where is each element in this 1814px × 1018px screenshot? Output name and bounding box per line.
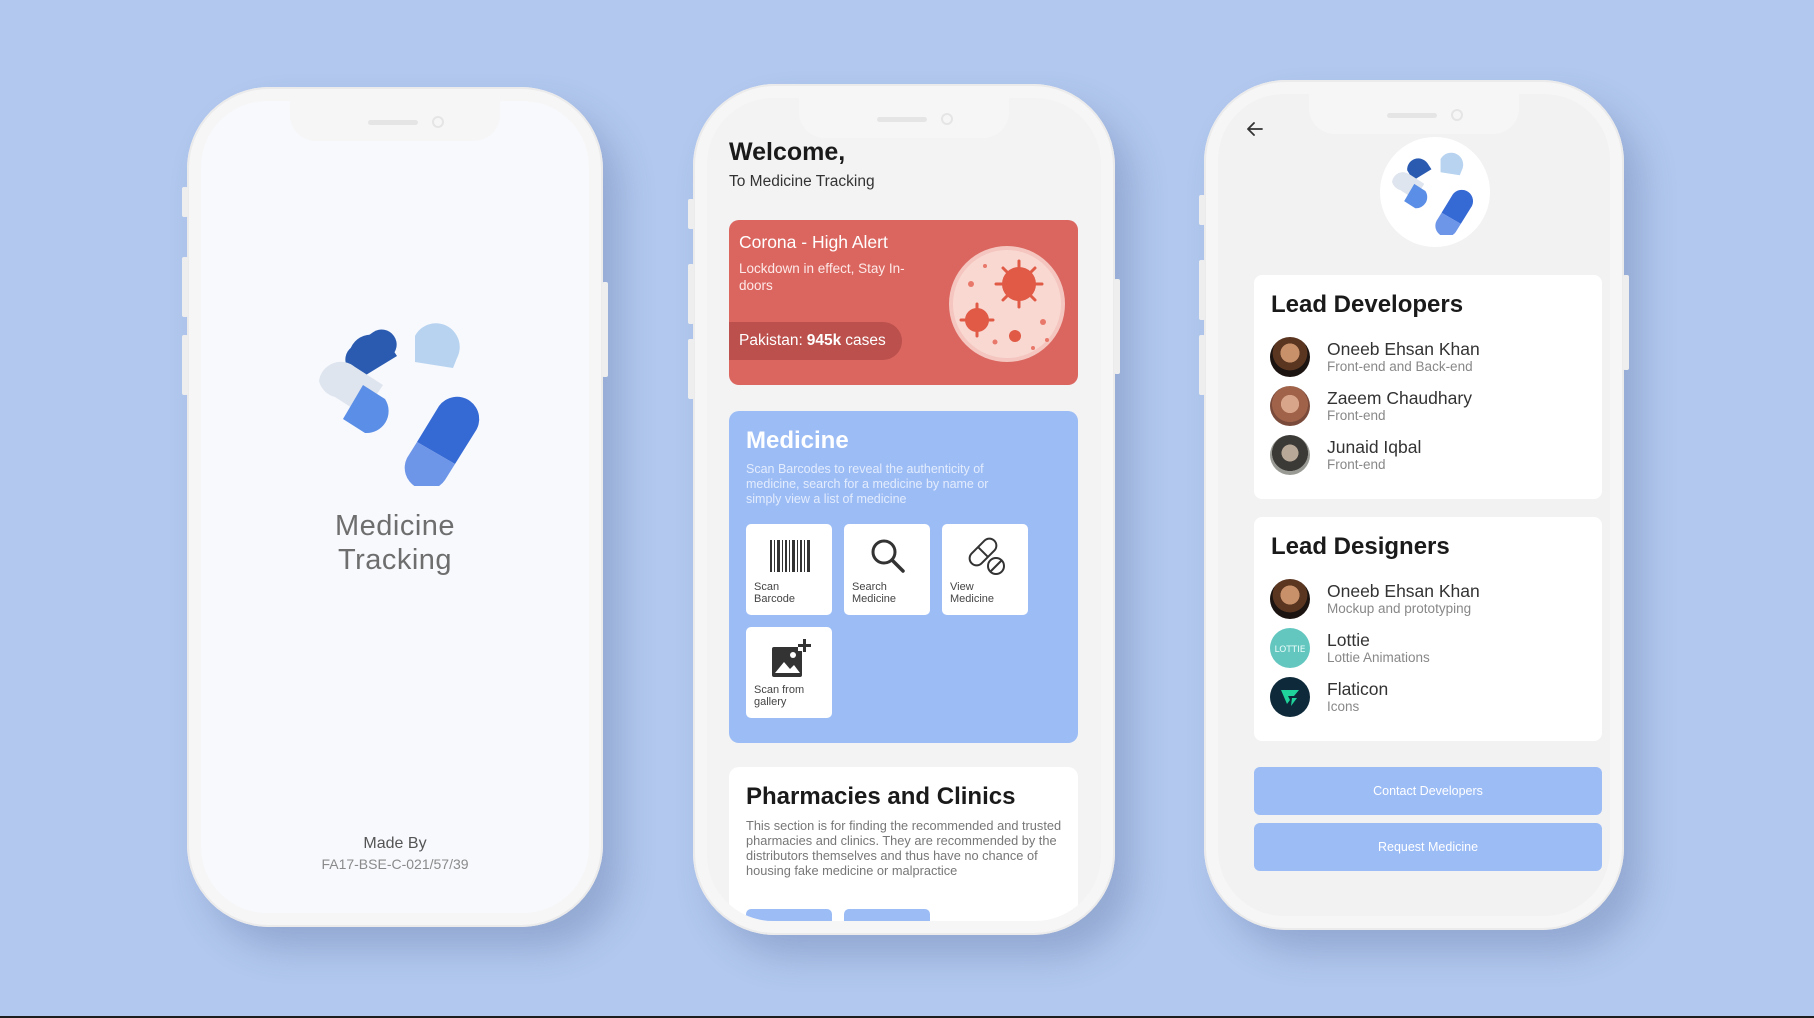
home-screen: Welcome, To Medicine Tracking Corona - H… <box>707 98 1101 921</box>
virus-icon <box>949 246 1065 362</box>
app-logo <box>1380 137 1490 247</box>
phone-splash: Medicine Tracking Made By FA17-BSE-C-021… <box>182 87 608 927</box>
member-role: Icons <box>1327 699 1360 714</box>
tile-label: Scan Barcode <box>754 581 795 605</box>
avatar <box>1270 435 1310 475</box>
add-image-icon <box>772 639 811 677</box>
alert-title: Corona - High Alert <box>739 232 888 252</box>
member-name: Flaticon <box>1327 679 1389 699</box>
flaticon-logo-icon <box>1270 677 1310 717</box>
side-button <box>182 257 188 317</box>
member-name: Zaeem Chaudhary <box>1327 388 1472 408</box>
cases-badge: Pakistan: 945k cases <box>729 322 902 360</box>
member-role: Front-end and Back-end <box>1327 359 1473 374</box>
view-medicine-tile[interactable]: View Medicine <box>942 524 1028 615</box>
member-row: Flaticon Icons <box>1270 677 1590 719</box>
contact-developers-button[interactable]: Contact Developers <box>1254 767 1602 815</box>
tile-label: View Medicine <box>950 581 995 605</box>
search-icon <box>871 539 905 573</box>
made-by-id: FA17-BSE-C-021/57/39 <box>321 856 469 872</box>
cases-prefix: Pakistan: <box>739 332 803 349</box>
member-row: Zaeem Chaudhary Front-end <box>1270 386 1590 428</box>
pharmacies-title: Pharmacies and Clinics <box>746 783 1016 810</box>
scan-gallery-tile[interactable]: Scan from gallery <box>746 627 832 718</box>
developers-title: Lead Developers <box>1271 291 1464 318</box>
tile-label: Search Medicine <box>852 581 897 605</box>
cases-suffix: cases <box>845 332 886 349</box>
about-screen: Lead Developers Oneeb Ehsan Khan Front-e… <box>1218 94 1610 916</box>
medicine-description: Scan Barcodes to reveal the authenticity… <box>746 462 989 506</box>
medicine-card: Medicine Scan Barcodes to reveal the aut… <box>729 411 1078 743</box>
pharmacy-tile[interactable] <box>746 909 832 921</box>
side-button <box>688 264 694 324</box>
side-button <box>1199 335 1205 395</box>
pills-logo-icon <box>319 323 480 486</box>
notch <box>799 98 1009 138</box>
member-name: Oneeb Ehsan Khan <box>1327 581 1480 601</box>
tile-label: Scan from gallery <box>754 684 805 708</box>
welcome-subtitle: To Medicine Tracking <box>729 173 875 190</box>
pharmacies-description: This section is for finding the recommen… <box>746 818 1062 878</box>
avatar <box>1270 337 1310 377</box>
side-button <box>688 199 694 229</box>
member-role: Front-end <box>1327 457 1386 472</box>
member-role: Front-end <box>1327 408 1386 423</box>
phone-about: Lead Developers Oneeb Ehsan Khan Front-e… <box>1199 80 1629 930</box>
avatar <box>1270 579 1310 619</box>
scan-barcode-tile[interactable]: Scan Barcode <box>746 524 832 615</box>
side-button <box>688 339 694 399</box>
developers-card: Lead Developers Oneeb Ehsan Khan Front-e… <box>1254 275 1602 499</box>
avatar <box>1270 386 1310 426</box>
member-name: Lottie <box>1327 630 1370 650</box>
medicine-title: Medicine <box>746 427 849 454</box>
pills-icon <box>968 537 1005 575</box>
splash-screen: Medicine Tracking Made By FA17-BSE-C-021… <box>201 101 589 913</box>
notch <box>290 101 500 141</box>
lottie-logo-icon: LOTTIE <box>1270 628 1310 668</box>
side-button <box>602 282 608 377</box>
clinic-tile[interactable] <box>844 909 930 921</box>
designers-card: Lead Designers Oneeb Ehsan Khan Mockup a… <box>1254 517 1602 741</box>
designers-title: Lead Designers <box>1271 533 1450 560</box>
search-medicine-tile[interactable]: Search Medicine <box>844 524 930 615</box>
member-name: Junaid Iqbal <box>1327 437 1422 457</box>
alert-description: Lockdown in effect, Stay In-doors <box>739 261 905 293</box>
member-row: LOTTIE Lottie Lottie Animations <box>1270 628 1590 670</box>
side-button <box>1199 195 1205 225</box>
pills-logo-icon <box>1392 152 1474 235</box>
back-arrow-icon[interactable] <box>1246 120 1264 138</box>
app-title: Medicine Tracking <box>334 510 456 576</box>
member-row: Oneeb Ehsan Khan Mockup and prototyping <box>1270 579 1590 621</box>
made-by-label: Made By <box>363 835 427 852</box>
cases-value: 945k <box>806 332 842 349</box>
svg-text:LOTTIE: LOTTIE <box>1275 645 1306 655</box>
barcode-icon <box>770 540 810 572</box>
pharmacies-card: Pharmacies and Clinics This section is f… <box>729 767 1078 921</box>
member-name: Oneeb Ehsan Khan <box>1327 339 1480 359</box>
welcome-heading: Welcome, <box>729 138 846 166</box>
member-row: Oneeb Ehsan Khan Front-end and Back-end <box>1270 337 1590 379</box>
notch <box>1309 94 1519 134</box>
member-row: Junaid Iqbal Front-end <box>1270 435 1590 477</box>
corona-alert-card[interactable]: Corona - High Alert Lockdown in effect, … <box>729 220 1078 385</box>
request-medicine-button[interactable]: Request Medicine <box>1254 823 1602 871</box>
side-button <box>182 335 188 395</box>
member-role: Mockup and prototyping <box>1327 601 1472 616</box>
member-role: Lottie Animations <box>1327 650 1430 665</box>
side-button <box>1623 275 1629 370</box>
phone-home: Welcome, To Medicine Tracking Corona - H… <box>688 84 1120 935</box>
side-button <box>1114 279 1120 374</box>
side-button <box>1199 260 1205 320</box>
side-button <box>182 187 188 217</box>
